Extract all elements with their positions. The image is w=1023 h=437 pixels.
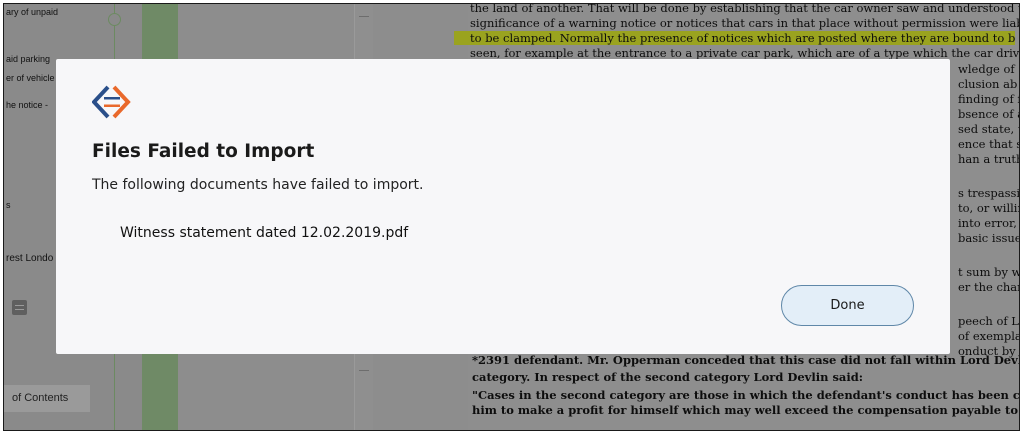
outline-item[interactable]: rest Londo (6, 253, 53, 264)
timeline-node-icon[interactable] (108, 13, 121, 26)
document-fragment: to, or willin (958, 201, 1020, 215)
document-fragment: of exemplar (958, 329, 1019, 343)
document-line: "Cases in the second category are those … (472, 388, 1020, 402)
document-fragment: peech of L (958, 314, 1019, 328)
document-line: the land of another. That will be done b… (470, 3, 1020, 15)
outline-item[interactable]: aid parking (6, 54, 50, 64)
app-logo-icon (92, 85, 131, 119)
document-line: *2391 defendant. Mr. Opperman conceded t… (472, 353, 1020, 367)
outline-item[interactable]: er of vehicle (6, 73, 55, 83)
document-fragment: er the char (958, 280, 1020, 294)
list-icon[interactable] (12, 300, 27, 315)
document-fragment: han a truth (958, 152, 1020, 166)
outline-item[interactable]: ary of unpaid (6, 7, 58, 17)
table-of-contents-tab[interactable]: of Contents (4, 385, 90, 412)
document-fragment: sed state, t (958, 122, 1020, 136)
outline-item[interactable]: s (6, 200, 11, 210)
failed-file-item: Witness statement dated 12.02.2019.pdf (120, 225, 409, 241)
scroll-mark (359, 16, 369, 17)
app-window: ary of unpaid aid parking er of vehicle … (3, 3, 1020, 431)
document-line: category. In respect of the second categ… (472, 370, 864, 384)
document-fragment: t sum by w (958, 265, 1020, 279)
scroll-mark (359, 370, 369, 371)
highlighted-line: to be clamped. Normally the presence of … (454, 31, 1016, 45)
outline-item[interactable]: he notice - (6, 100, 48, 110)
document-fragment: s trespassin (958, 186, 1020, 200)
document-fragment: wledge of a (958, 62, 1020, 76)
document-fragment: ence that s (958, 137, 1020, 151)
dialog-title: Files Failed to Import (92, 141, 315, 162)
document-fragment: bsence of a (958, 107, 1020, 121)
document-fragment: basic issue (958, 231, 1020, 245)
document-line: significance of a warning notice or noti… (470, 16, 1020, 30)
document-fragment: finding of fa (958, 92, 1019, 106)
dialog-message: The following documents have failed to i… (92, 177, 424, 193)
document-fragment: clusion ab (958, 77, 1018, 91)
done-button[interactable]: Done (781, 285, 914, 326)
document-fragment: into error, (958, 216, 1017, 230)
toc-tab-label: of Contents (12, 392, 69, 404)
document-line: seen, for example at the entrance to a p… (470, 46, 1020, 60)
import-error-dialog: Files Failed to Import The following doc… (56, 59, 950, 354)
document-line: him to make a profit for himself which m… (472, 403, 1019, 417)
